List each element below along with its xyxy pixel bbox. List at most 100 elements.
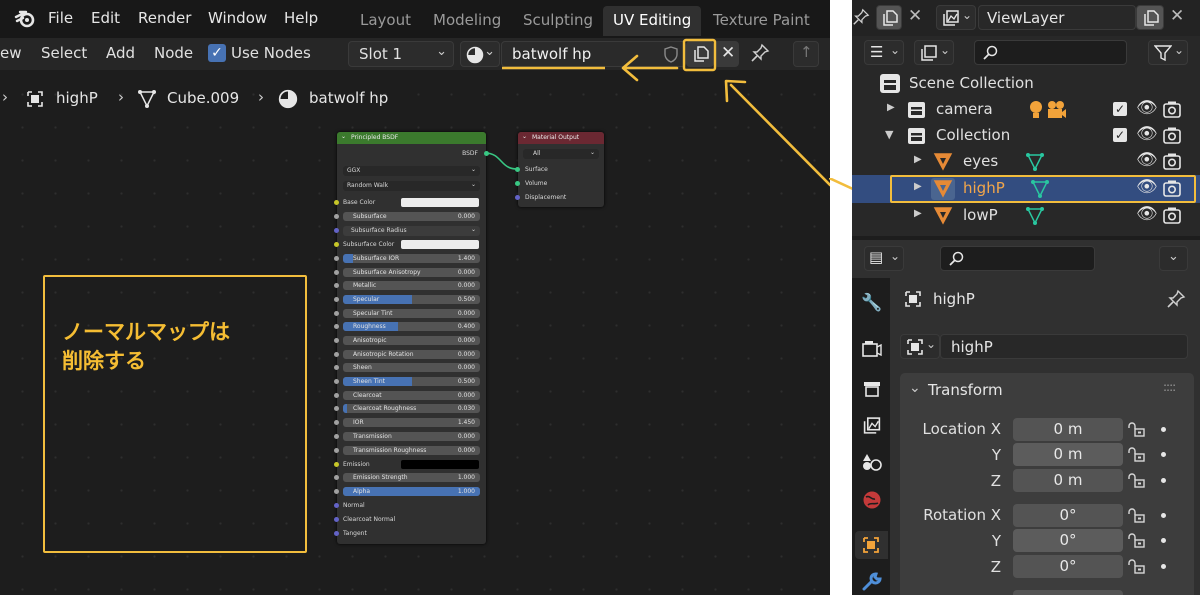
bsdf-input-socket[interactable] [334, 379, 339, 384]
bsdf-input-socket[interactable] [334, 448, 339, 453]
properties-search-input[interactable] [940, 246, 1095, 271]
keyframe-dot-icon[interactable] [1161, 452, 1166, 457]
eye-icon[interactable]: 👁 [1136, 150, 1158, 170]
bsdf-slider[interactable]: Transmission 0.000 [343, 432, 480, 441]
transform-panel-title[interactable]: Transform [928, 381, 1003, 399]
object-name-field[interactable]: highP [940, 334, 1188, 359]
close-icon[interactable]: ✕ [908, 6, 922, 26]
base-color-swatch[interactable] [401, 198, 479, 207]
tab-layout[interactable]: Layout [360, 11, 411, 29]
bsdf-slider[interactable]: Alpha 1.000 [343, 487, 480, 496]
filter-dropdown[interactable]: ⌄ [1148, 40, 1188, 65]
modifier-properties-icon[interactable] [862, 572, 882, 592]
object-browse-button[interactable]: ⌄ [900, 334, 940, 359]
view-layer-browse-button[interactable]: ⌄ [936, 5, 976, 30]
expand-arrow-icon[interactable]: ▶ [914, 154, 922, 165]
chevron-down-icon[interactable]: ⌄ [341, 133, 346, 140]
bsdf-node-header[interactable]: ⌄ Principled BSDF [337, 132, 486, 144]
select-menu[interactable]: Select [41, 44, 87, 62]
view-layer-name-field[interactable]: ViewLayer [978, 5, 1136, 30]
outliner-row-camera[interactable]: ▶ camera ✓ 👁 [852, 97, 1200, 123]
location-x-field[interactable]: 0 m [1013, 418, 1123, 441]
location-y-field[interactable]: 0 m [1013, 443, 1123, 466]
menu-render[interactable]: Render [138, 9, 191, 27]
subsurface-radius-dropdown[interactable]: Subsurface Radius ⌄ [343, 226, 480, 236]
outliner-search-input[interactable] [974, 40, 1127, 65]
bsdf-slider[interactable]: Roughness 0.400 [343, 322, 480, 331]
collapse-arrow-icon[interactable]: ▼ [885, 128, 893, 141]
chevron-down-icon[interactable]: ⌄ [909, 380, 921, 396]
add-menu[interactable]: Add [106, 44, 135, 62]
subsurface-color-socket[interactable] [334, 242, 339, 247]
subsurface-color-swatch[interactable] [401, 240, 479, 249]
subsurface-radius-socket[interactable] [334, 228, 339, 233]
exclude-checkbox[interactable]: ✓ [1113, 102, 1127, 116]
pin-icon[interactable] [852, 8, 870, 26]
bsdf-slider[interactable]: Clearcoat Roughness 0.030 [343, 404, 480, 413]
eye-icon[interactable]: 👁 [1136, 204, 1158, 224]
add-view-layer-button[interactable] [1136, 5, 1164, 30]
bsdf-input-socket[interactable] [334, 311, 339, 316]
bsdf-slider[interactable]: Emission Strength 1.000 [343, 473, 480, 482]
bsdf-input-socket[interactable] [334, 475, 339, 480]
subsurface-method-dropdown[interactable]: Random Walk ⌄ [343, 181, 480, 191]
editor-type-dropdown[interactable]: ▤ ⌄ [864, 246, 904, 271]
bsdf-input-socket[interactable] [334, 406, 339, 411]
keyframe-dot-icon[interactable] [1161, 538, 1166, 543]
lock-icon[interactable] [1128, 532, 1146, 550]
bsdf-input-socket[interactable] [334, 338, 339, 343]
bsdf-input-socket[interactable] [334, 434, 339, 439]
view-menu[interactable]: ew [0, 44, 22, 62]
eye-icon[interactable]: 👁 [1136, 98, 1158, 118]
options-dropdown[interactable]: ⌄ [1159, 246, 1188, 271]
filter-layers-dropdown[interactable]: ⌄ [914, 40, 954, 65]
bsdf-slider[interactable]: Sheen Tint 0.500 [343, 377, 480, 386]
lock-icon[interactable] [1128, 507, 1146, 525]
render-camera-icon[interactable] [1163, 127, 1181, 144]
eye-icon[interactable]: 👁 [1136, 177, 1158, 197]
tab-uv-editing[interactable]: UV Editing [603, 6, 702, 36]
lock-icon[interactable] [1128, 558, 1146, 576]
render-properties-icon[interactable] [862, 340, 882, 358]
bsdf-input-socket[interactable] [334, 270, 339, 275]
tab-sculpting[interactable]: Sculpting [523, 11, 593, 29]
bsdf-slider[interactable]: IOR 1.450 [343, 418, 480, 427]
bsdf-slider[interactable]: Clearcoat 0.000 [343, 391, 480, 400]
tool-settings-icon[interactable]: 🔧 [861, 293, 882, 313]
tab-texture-paint[interactable]: Texture Paint [713, 11, 810, 29]
bsdf-input-socket[interactable] [334, 324, 339, 329]
material-browse-button[interactable]: ⌄ [460, 41, 500, 67]
bsdf-slider[interactable]: Subsurface IOR 1.400 [343, 254, 480, 263]
output-properties-icon[interactable] [862, 380, 882, 398]
slot-dropdown[interactable]: Slot 1 ⌄ [348, 41, 454, 67]
bsdf-slider[interactable]: Specular 0.500 [343, 295, 480, 304]
outliner-row-eyes[interactable]: ▶ eyes 👁 [852, 149, 1200, 175]
render-camera-icon[interactable] [1163, 207, 1181, 224]
scale-x-field[interactable] [1013, 590, 1123, 595]
bsdf-slider[interactable]: Metallic 0.000 [343, 281, 480, 290]
normal-socket[interactable] [334, 503, 339, 508]
keyframe-dot-icon[interactable] [1161, 564, 1166, 569]
outliner-row-highp[interactable]: ▶ highP 👁 [852, 175, 1200, 203]
eye-icon[interactable]: 👁 [1136, 124, 1158, 144]
close-icon[interactable]: ✕ [1170, 6, 1184, 26]
keyframe-dot-icon[interactable] [1161, 513, 1166, 518]
lock-icon[interactable] [1128, 421, 1146, 439]
bsdf-input-socket[interactable] [334, 352, 339, 357]
menu-edit[interactable]: Edit [91, 9, 120, 27]
bsdf-input-socket[interactable] [334, 489, 339, 494]
distribution-dropdown[interactable]: GGX ⌄ [343, 166, 480, 176]
rotation-y-field[interactable]: 0° [1013, 529, 1123, 552]
scene-properties-icon[interactable] [861, 452, 883, 472]
bsdf-input-socket[interactable] [334, 214, 339, 219]
rotation-z-field[interactable]: 0° [1013, 555, 1123, 578]
bsdf-slider[interactable]: Anisotropic Rotation 0.000 [343, 350, 480, 359]
use-nodes-checkbox[interactable]: ✓ [208, 44, 226, 62]
base-color-socket[interactable] [334, 200, 339, 205]
clearcoat-normal-socket[interactable] [334, 517, 339, 522]
display-mode-dropdown[interactable]: ☰ ⌄ [864, 40, 904, 65]
bsdf-input-socket[interactable] [334, 365, 339, 370]
bsdf-slider[interactable]: Subsurface 0.000 [343, 212, 480, 221]
bsdf-slider[interactable]: Specular Tint 0.000 [343, 309, 480, 318]
new-scene-button[interactable] [876, 5, 902, 30]
